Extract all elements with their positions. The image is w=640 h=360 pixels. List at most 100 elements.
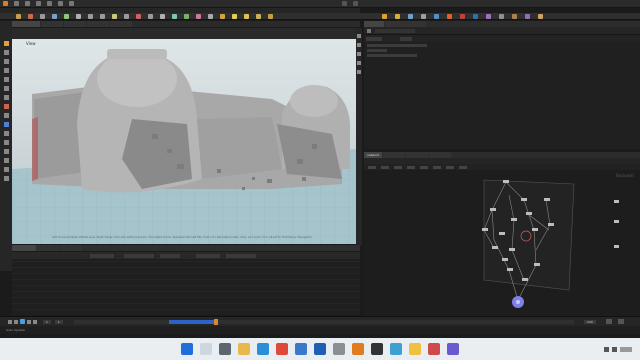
tab-timeline[interactable] — [12, 245, 36, 251]
channel-field-2[interactable] — [124, 253, 154, 258]
circle-tool-icon[interactable] — [100, 13, 105, 19]
fluids-icon[interactable] — [434, 13, 439, 19]
menu-view[interactable] — [407, 165, 415, 169]
vellum-icon[interactable] — [408, 13, 413, 19]
taskview-icon[interactable] — [219, 343, 231, 355]
tab-asset-browser[interactable] — [429, 152, 452, 158]
object-select-icon[interactable] — [3, 167, 9, 172]
channel-field-3[interactable] — [160, 253, 180, 258]
step-back-icon[interactable] — [14, 319, 18, 324]
drive-sim-icon[interactable] — [499, 13, 504, 19]
play-button[interactable] — [20, 319, 25, 324]
chrome-icon[interactable] — [276, 343, 288, 355]
tab-composite-view[interactable] — [64, 21, 86, 27]
menu-go[interactable] — [394, 165, 402, 169]
path-field[interactable] — [375, 28, 415, 33]
path-tool-icon[interactable] — [124, 13, 129, 19]
edge-select-icon[interactable] — [3, 149, 9, 154]
tab-render-scheduler[interactable] — [60, 245, 82, 251]
line-tool-icon[interactable] — [88, 13, 93, 19]
scene-viewport[interactable]: View Left mouse tumbles. Middle pans. Ri… — [12, 39, 356, 244]
wires-icon[interactable] — [512, 13, 517, 19]
light-tool-icon[interactable] — [232, 13, 237, 19]
end-frame-field[interactable]: 240 — [584, 319, 596, 324]
edge-icon[interactable] — [257, 343, 269, 355]
vertex-select-icon[interactable] — [3, 140, 9, 145]
face-select-icon[interactable] — [3, 158, 9, 163]
tree-row[interactable] — [367, 49, 387, 52]
minimize-icon[interactable] — [353, 1, 358, 6]
auto-update-status[interactable]: Auto Update — [6, 328, 25, 332]
font-tool-icon[interactable] — [160, 13, 165, 19]
realtime-icon[interactable] — [618, 319, 624, 324]
menu-edit[interactable] — [381, 165, 389, 169]
spray-paint-icon[interactable] — [136, 13, 141, 19]
mail-icon[interactable] — [314, 343, 326, 355]
tab-motion-fx[interactable] — [87, 21, 109, 27]
menu-add[interactable] — [368, 165, 376, 169]
time-slider[interactable] — [74, 319, 574, 325]
rotate-tool-icon[interactable] — [3, 59, 9, 64]
render-region-icon[interactable] — [3, 122, 9, 127]
crowds-icon[interactable] — [486, 13, 491, 19]
current-frame-field[interactable]: 1 — [43, 319, 51, 324]
pyro-icon[interactable] — [447, 13, 452, 19]
file-icon[interactable] — [14, 1, 19, 6]
move-tool-icon[interactable] — [3, 50, 9, 55]
display-options-icon[interactable] — [357, 34, 361, 38]
back-icon[interactable] — [367, 28, 371, 33]
platonic-tool-icon[interactable] — [172, 13, 177, 19]
ghost-icon[interactable] — [357, 70, 361, 74]
houdini-icon[interactable] — [352, 343, 364, 355]
geo-light-icon[interactable] — [268, 13, 273, 19]
channel-field-4[interactable] — [196, 253, 220, 258]
clock-icon[interactable] — [620, 346, 632, 352]
start-frame-field[interactable]: 1 — [54, 319, 63, 324]
jump-start-icon[interactable] — [8, 319, 12, 324]
tab-material-palette[interactable] — [406, 152, 429, 158]
box-tool-icon[interactable] — [16, 13, 21, 19]
tab-scene-view[interactable] — [12, 21, 40, 27]
group-select-icon[interactable] — [3, 131, 9, 136]
tree-row[interactable] — [367, 44, 427, 47]
dopesheet[interactable] — [12, 259, 360, 315]
photos-icon[interactable] — [390, 343, 402, 355]
file-tool-icon[interactable] — [208, 13, 213, 19]
menu-layout[interactable] — [433, 165, 441, 169]
search-icon[interactable] — [200, 343, 212, 355]
spot-light-icon[interactable] — [244, 13, 249, 19]
destruction-icon[interactable] — [538, 13, 543, 19]
app-icon[interactable] — [447, 343, 459, 355]
camera-icon[interactable] — [357, 61, 361, 65]
tab-parameters[interactable] — [364, 21, 384, 27]
wifi-icon[interactable] — [612, 346, 617, 352]
terminal-icon[interactable] — [371, 343, 383, 355]
store-icon[interactable] — [295, 343, 307, 355]
torus-tool-icon[interactable] — [52, 13, 57, 19]
windows-menu-icon[interactable] — [58, 1, 63, 6]
tab-tree-view[interactable] — [383, 152, 406, 158]
time-cursor[interactable] — [214, 319, 218, 325]
step-forward-icon[interactable] — [27, 319, 31, 324]
menu-tools[interactable] — [420, 165, 428, 169]
media-icon[interactable] — [428, 343, 440, 355]
scale-tool-icon[interactable] — [3, 68, 9, 73]
node-graph[interactable] — [364, 170, 640, 316]
edit-icon[interactable] — [25, 1, 30, 6]
tab-render-view[interactable] — [41, 21, 63, 27]
camera-tool-icon[interactable] — [220, 13, 225, 19]
tube-tool-icon[interactable] — [40, 13, 45, 19]
oceans-icon[interactable] — [473, 13, 478, 19]
explorer-icon[interactable] — [238, 343, 250, 355]
lsystem-tool-icon[interactable] — [184, 13, 189, 19]
view-tool-icon[interactable] — [3, 95, 9, 100]
rigid-bodies-icon[interactable] — [421, 13, 426, 19]
tab-take-list[interactable] — [385, 21, 405, 27]
particles-icon[interactable] — [382, 13, 387, 19]
menu-help[interactable] — [459, 165, 467, 169]
tree-tab-1[interactable] — [366, 36, 382, 41]
crowd-sim-icon[interactable] — [525, 13, 530, 19]
fx-icon[interactable] — [460, 13, 465, 19]
snap-tool-icon[interactable] — [3, 113, 9, 118]
tab-scene-tree[interactable] — [406, 21, 426, 27]
